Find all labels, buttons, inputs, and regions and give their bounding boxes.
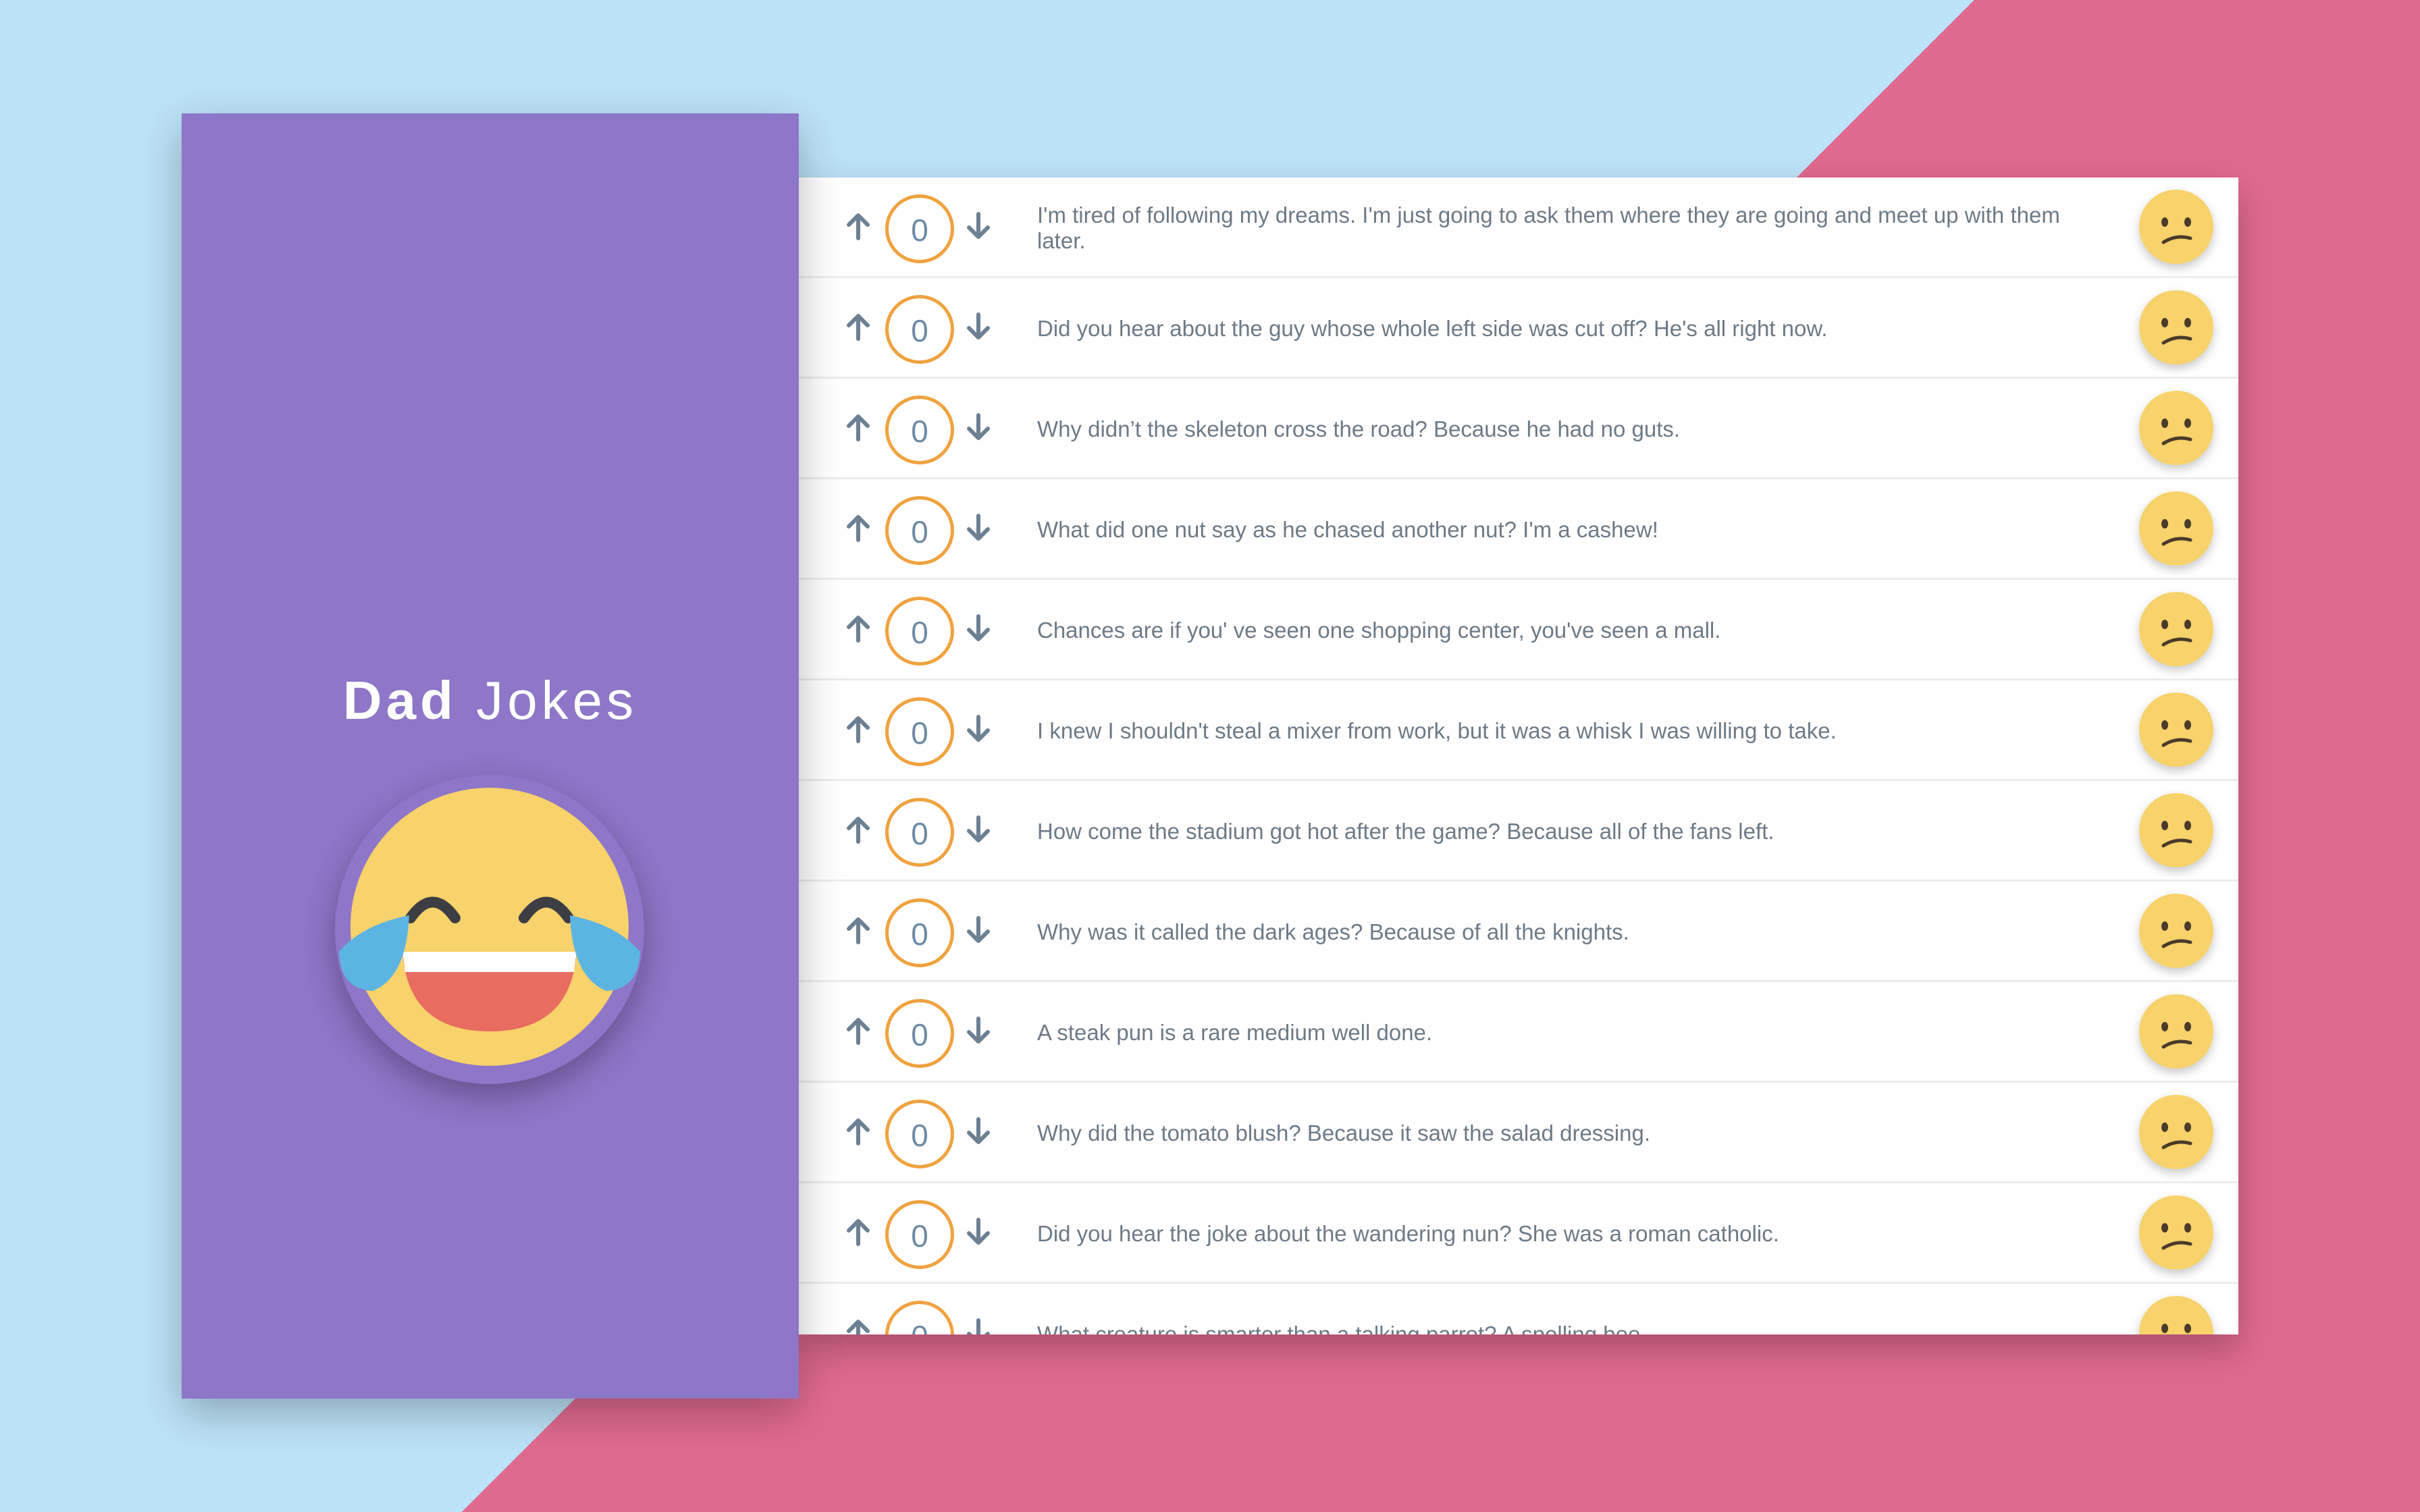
joke-row: 0 Why did the tomato blush? Because it sa…	[799, 1083, 2238, 1183]
confused-face-icon	[2139, 693, 2213, 767]
downvote-arrow-icon[interactable]	[961, 510, 996, 545]
upvote-arrow-icon[interactable]	[841, 1214, 876, 1249]
joke-row: 0 What did one nut say as he chased anoth…	[799, 479, 2238, 580]
downvote-arrow-icon[interactable]	[961, 1315, 996, 1334]
app-title: Dad Jokes	[182, 674, 799, 728]
joke-text: Chances are if you' ve seen one shopping…	[1037, 580, 2084, 680]
upvote-arrow-icon[interactable]	[841, 812, 876, 847]
downvote-arrow-icon[interactable]	[961, 209, 996, 244]
downvote-arrow-icon[interactable]	[961, 1214, 996, 1249]
upvote-arrow-icon[interactable]	[841, 510, 876, 545]
upvote-arrow-icon[interactable]	[841, 410, 876, 445]
joke-text: What did one nut say as he chased anothe…	[1037, 479, 2084, 580]
joke-text: I'm tired of following my dreams. I'm ju…	[1037, 178, 2084, 278]
upvote-arrow-icon[interactable]	[841, 1013, 876, 1048]
vote-score: 0	[885, 1200, 954, 1269]
downvote-arrow-icon[interactable]	[961, 1013, 996, 1048]
upvote-arrow-icon[interactable]	[841, 309, 876, 344]
joke-row: 0 Chances are if you' ve seen one shoppin…	[799, 580, 2238, 680]
joke-row: 0 Did you hear about the guy whose whole …	[799, 278, 2238, 379]
confused-face-icon	[2139, 1095, 2213, 1169]
vote-score: 0	[885, 898, 954, 967]
joke-text: What creature is smarter than a talking …	[1037, 1284, 2084, 1335]
vote-score: 0	[885, 798, 954, 867]
app-title-bold: Dad	[342, 670, 457, 730]
joke-text-content: Did you hear about the guy whose whole l…	[1037, 315, 1828, 341]
upvote-arrow-icon[interactable]	[841, 913, 876, 948]
confused-face-icon	[2139, 894, 2213, 968]
upvote-arrow-icon[interactable]	[841, 209, 876, 244]
joke-text-content: I'm tired of following my dreams. I'm ju…	[1037, 202, 2060, 253]
vote-score: 0	[885, 496, 954, 565]
app-title-light: Jokes	[476, 670, 638, 730]
downvote-arrow-icon[interactable]	[961, 309, 996, 344]
confused-face-icon	[2139, 391, 2213, 465]
joke-text: A steak pun is a rare medium well done.	[1037, 982, 2084, 1083]
joke-text-content: I knew I shouldn't steal a mixer from wo…	[1037, 718, 1837, 743]
confused-face-icon	[2139, 1296, 2213, 1334]
upvote-arrow-icon[interactable]	[841, 611, 876, 646]
vote-score: 0	[885, 1100, 954, 1168]
downvote-arrow-icon[interactable]	[961, 611, 996, 646]
jokes-list[interactable]: 0 I'm tired of following my dreams. I'm j…	[799, 178, 2238, 1334]
joke-text-content: What did one nut say as he chased anothe…	[1037, 516, 1658, 542]
joke-text: How come the stadium got hot after the g…	[1037, 781, 2084, 882]
joke-text: Did you hear the joke about the wanderin…	[1037, 1183, 2084, 1284]
joke-row: 0 How come the stadium got hot after the …	[799, 781, 2238, 882]
vote-score: 0	[885, 999, 954, 1068]
joke-row: 0 Why didn’t the skeleton cross the road?…	[799, 379, 2238, 479]
joke-row: 0 What creature is smarter than a talking…	[799, 1284, 2238, 1334]
confused-face-icon	[2139, 1195, 2213, 1270]
confused-face-icon	[2139, 491, 2213, 566]
joke-text: I knew I shouldn't steal a mixer from wo…	[1037, 680, 2084, 781]
joke-text-content: Chances are if you' ve seen one shopping…	[1037, 617, 1721, 643]
vote-score: 0	[885, 697, 954, 766]
joke-row: 0 I'm tired of following my dreams. I'm j…	[799, 178, 2238, 278]
confused-face-icon	[2139, 994, 2213, 1069]
joke-row: 0 Why was it called the dark ages? Becaus…	[799, 882, 2238, 982]
joke-text: Did you hear about the guy whose whole l…	[1037, 278, 2084, 379]
confused-face-icon	[2139, 290, 2213, 364]
joke-text: Why did the tomato blush? Because it saw…	[1037, 1083, 2084, 1183]
joke-row: 0 Did you hear the joke about the wanderi…	[799, 1183, 2238, 1284]
laughing-tears-emoji-icon[interactable]	[335, 775, 644, 1084]
downvote-arrow-icon[interactable]	[961, 711, 996, 747]
joke-text-content: Did you hear the joke about the wanderin…	[1037, 1220, 1779, 1246]
upvote-arrow-icon[interactable]	[841, 1315, 876, 1334]
joke-text-content: Why did the tomato blush? Because it saw…	[1037, 1120, 1650, 1145]
joke-row: 0 A steak pun is a rare medium well done.	[799, 982, 2238, 1083]
vote-score: 0	[885, 194, 954, 263]
joke-text-content: A steak pun is a rare medium well done.	[1037, 1019, 1433, 1045]
vote-score: 0	[885, 597, 954, 666]
joke-text: Why was it called the dark ages? Because…	[1037, 882, 2084, 982]
vote-score: 0	[885, 295, 954, 364]
joke-text-content: How come the stadium got hot after the g…	[1037, 818, 1774, 844]
joke-text-content: Why didn’t the skeleton cross the road? …	[1037, 416, 1681, 441]
confused-face-icon	[2139, 190, 2213, 264]
joke-text-content: What creature is smarter than a talking …	[1037, 1321, 1647, 1335]
sidebar: Dad Jokes	[182, 113, 799, 1399]
upvote-arrow-icon[interactable]	[841, 1114, 876, 1149]
downvote-arrow-icon[interactable]	[961, 410, 996, 445]
joke-row: 0 I knew I shouldn't steal a mixer from w…	[799, 680, 2238, 781]
downvote-arrow-icon[interactable]	[961, 812, 996, 847]
upvote-arrow-icon[interactable]	[841, 711, 876, 747]
joke-text: Why didn’t the skeleton cross the road? …	[1037, 379, 2084, 479]
vote-score: 0	[885, 1301, 954, 1334]
downvote-arrow-icon[interactable]	[961, 1114, 996, 1149]
joke-text-content: Why was it called the dark ages? Because…	[1037, 919, 1629, 944]
vote-score: 0	[885, 396, 954, 464]
confused-face-icon	[2139, 592, 2213, 666]
downvote-arrow-icon[interactable]	[961, 913, 996, 948]
confused-face-icon	[2139, 793, 2213, 867]
